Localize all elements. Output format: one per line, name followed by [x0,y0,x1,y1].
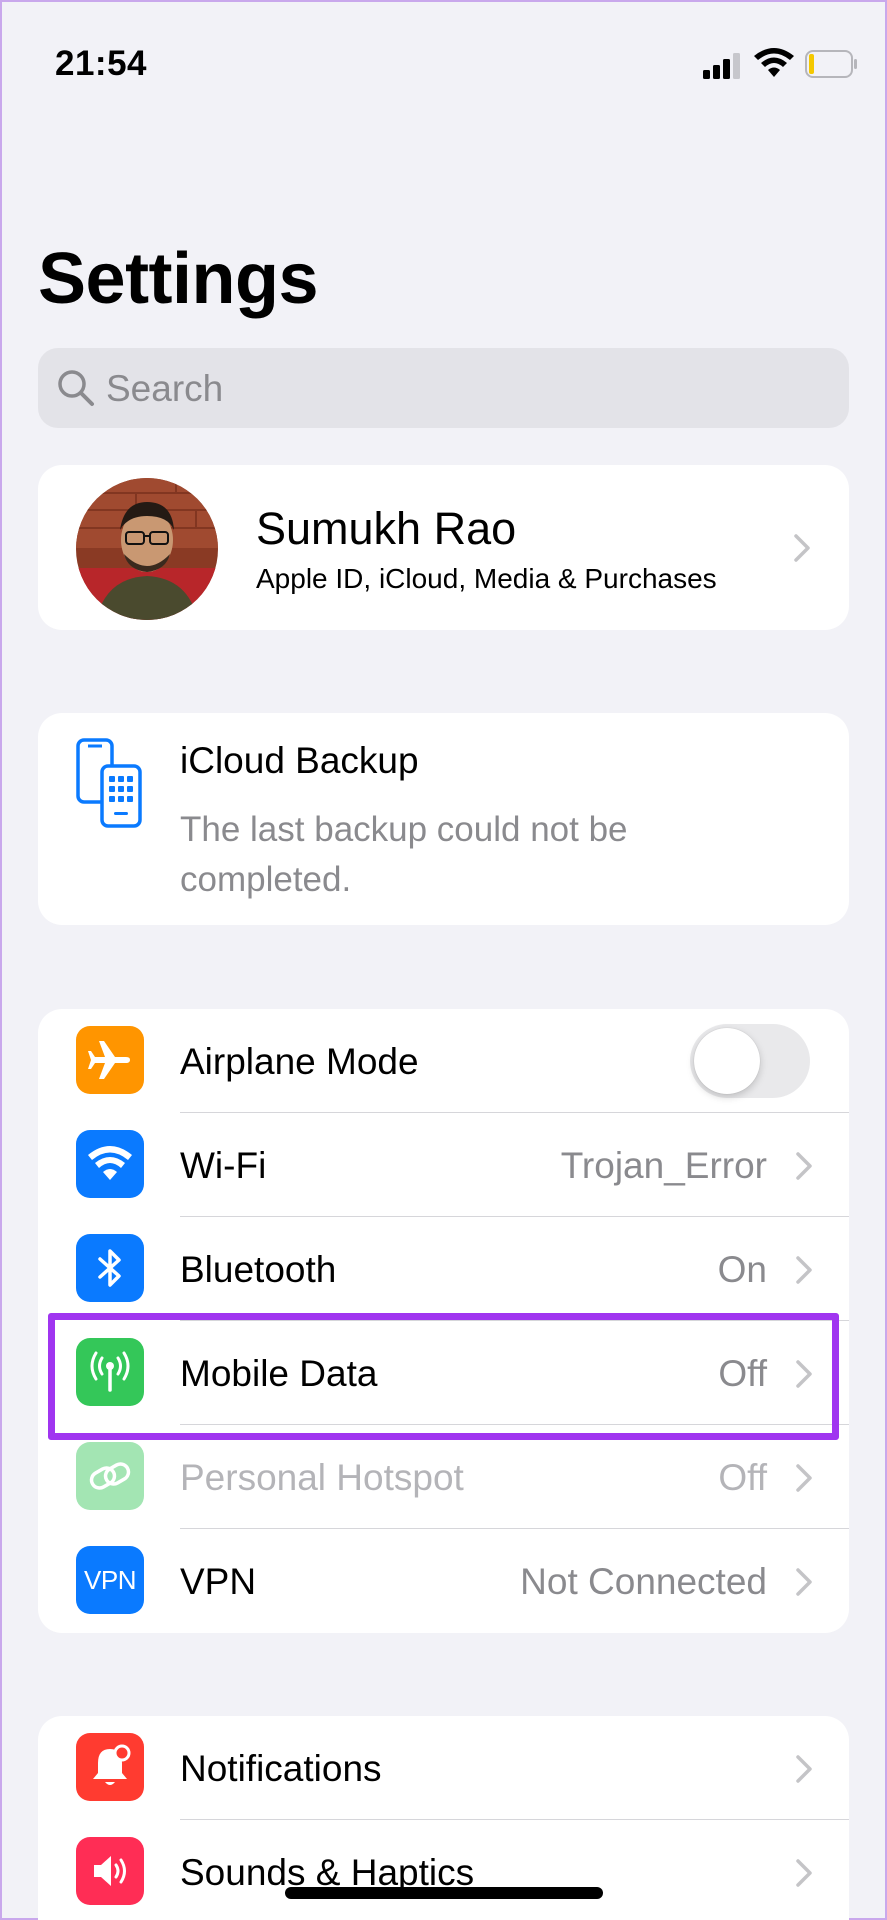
avatar [76,478,218,620]
wifi-icon [754,48,794,77]
chevron-right-icon [796,1859,812,1887]
settings-row-notifications[interactable]: Notifications [38,1716,849,1820]
toggle-knob [694,1028,760,1094]
icloud-backup-alert[interactable]: iCloud Backup The last backup could not … [38,713,849,925]
apple-id-profile-row[interactable]: Sumukh Rao Apple ID, iCloud, Media & Pur… [38,465,849,630]
row-label: Personal Hotspot [180,1457,464,1498]
vpn-status-value: Not Connected [520,1561,767,1602]
icloud-backup-message: The last backup could not be completed. [180,810,628,899]
vpn-icon: VPN [76,1546,144,1614]
bluetooth-value: On [717,1249,767,1290]
chevron-right-icon [796,1152,812,1180]
status-bar: 21:54 [0,0,887,130]
row-label: Airplane Mode [180,1041,419,1082]
battery-low-icon [805,50,857,78]
chevron-right-icon [794,534,810,562]
settings-row-vpn[interactable]: VPN VPN Not Connected [38,1529,849,1633]
status-time: 21:54 [55,44,148,83]
row-label: Wi-Fi [180,1145,267,1186]
row-label: VPN [180,1561,257,1602]
speaker-icon [76,1837,144,1905]
search-placeholder: Search [106,368,224,409]
wifi-network-value: Trojan_Error [560,1145,767,1186]
chevron-right-icon [796,1568,812,1596]
hotspot-link-icon [76,1442,144,1510]
vpn-icon-text: VPN [84,1564,136,1595]
settings-row-sounds-haptics[interactable]: Sounds & Haptics [38,1820,849,1920]
settings-row-bluetooth[interactable]: Bluetooth On [38,1217,849,1321]
wifi-icon [76,1130,144,1198]
settings-row-airplane-mode: Airplane Mode [38,1009,849,1113]
settings-row-personal-hotspot[interactable]: Personal Hotspot Off [38,1425,849,1529]
settings-row-wifi[interactable]: Wi-Fi Trojan_Error [38,1113,849,1217]
profile-name: Sumukh Rao [256,503,517,554]
chevron-right-icon [796,1755,812,1783]
chevron-right-icon [796,1464,812,1492]
bluetooth-icon [76,1234,144,1302]
devices-backup-icon [76,738,142,828]
icloud-backup-title: iCloud Backup [180,740,419,781]
profile-subtitle: Apple ID, iCloud, Media & Purchases [256,563,717,594]
row-label: Notifications [180,1748,382,1789]
cellular-signal-icon [703,53,740,79]
mobile-data-highlight-box [48,1313,839,1440]
search-field[interactable]: Search [38,348,849,428]
home-indicator[interactable] [285,1887,603,1899]
search-icon [58,370,94,406]
row-label: Bluetooth [180,1249,337,1290]
personal-hotspot-value: Off [718,1457,767,1498]
bell-icon [76,1733,144,1801]
airplane-icon [76,1026,144,1094]
chevron-right-icon [796,1256,812,1284]
page-title: Settings [38,239,319,319]
airplane-mode-toggle[interactable] [690,1024,810,1098]
